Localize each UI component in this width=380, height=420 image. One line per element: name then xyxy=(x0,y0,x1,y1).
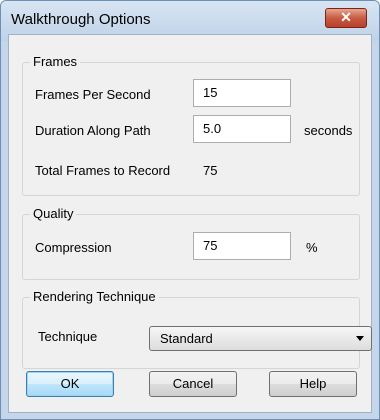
dialog-window: Walkthrough Options ✕ Frames Frames Per … xyxy=(0,0,380,420)
compression-input[interactable]: 75 xyxy=(193,232,291,260)
close-button[interactable]: ✕ xyxy=(325,8,367,28)
dialog-body: Frames Frames Per Second 15 Duration Alo… xyxy=(8,34,372,413)
quality-group-label: Quality xyxy=(30,206,77,221)
fps-label: Frames Per Second xyxy=(35,87,151,102)
rendering-technique-group-label: Rendering Technique xyxy=(30,289,159,304)
quality-group: Quality Compression 75 % xyxy=(22,206,360,280)
cancel-button[interactable]: Cancel xyxy=(149,371,237,397)
technique-label: Technique xyxy=(38,329,98,344)
total-frames-value: 75 xyxy=(203,163,218,178)
fps-input[interactable]: 15 xyxy=(193,79,291,107)
dialog-title: Walkthrough Options xyxy=(11,11,151,28)
duration-unit: seconds xyxy=(304,123,353,138)
compression-unit: % xyxy=(306,240,318,255)
duration-input[interactable]: 5.0 xyxy=(193,115,291,143)
rendering-technique-group: Rendering Technique Technique Standard xyxy=(22,289,372,369)
ok-button[interactable]: OK xyxy=(26,371,114,397)
technique-selected-value: Standard xyxy=(160,331,213,346)
technique-dropdown[interactable]: Standard xyxy=(149,326,372,351)
frames-group-label: Frames xyxy=(30,54,81,69)
total-frames-label: Total Frames to Record xyxy=(35,163,171,178)
chevron-down-icon xyxy=(356,336,364,341)
close-icon: ✕ xyxy=(340,9,352,25)
compression-label: Compression xyxy=(35,240,112,255)
help-button[interactable]: Help xyxy=(269,371,357,397)
frames-group: Frames Frames Per Second 15 Duration Alo… xyxy=(22,54,360,196)
duration-label: Duration Along Path xyxy=(35,123,151,138)
